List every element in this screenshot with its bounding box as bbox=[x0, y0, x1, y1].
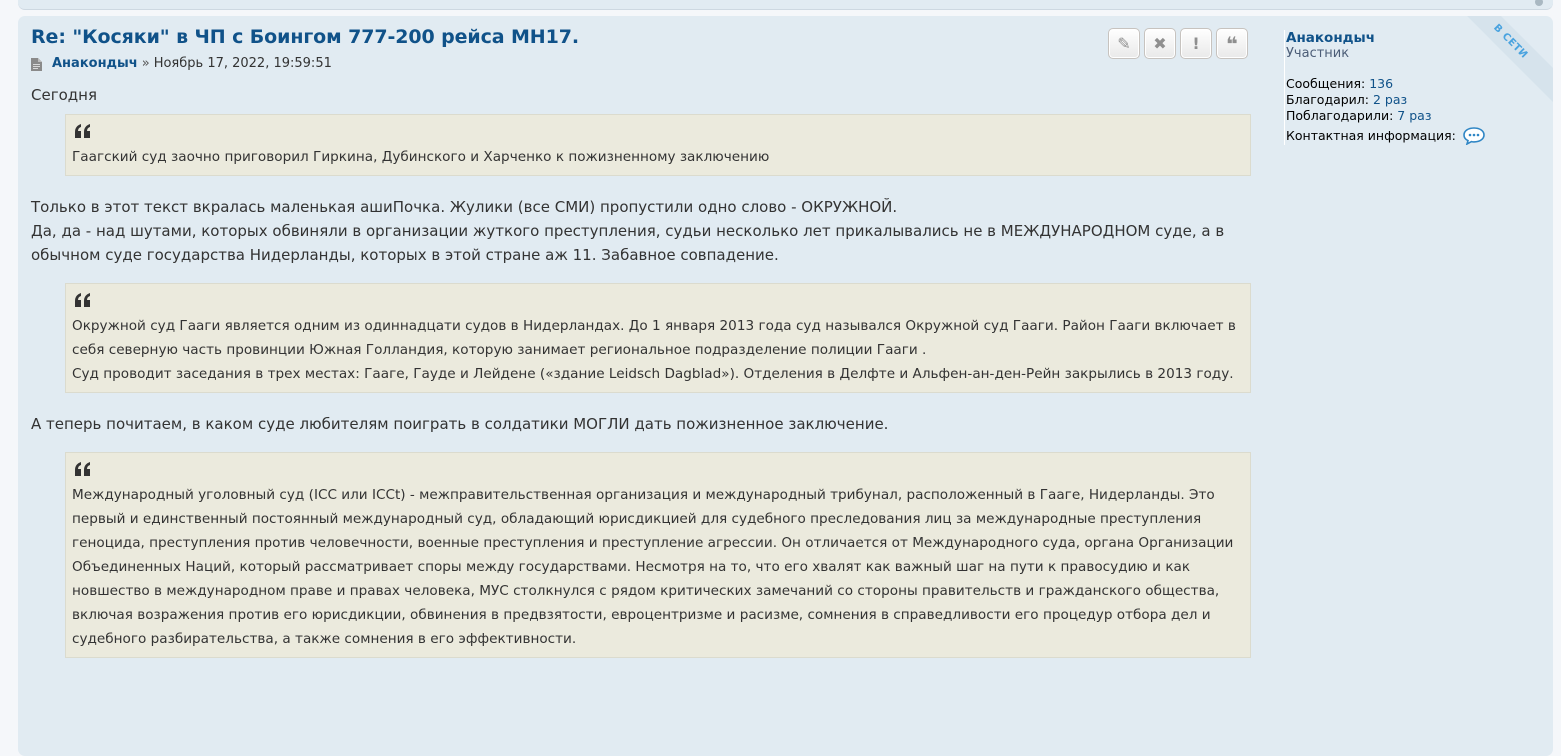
quote-icon: ❝ bbox=[1226, 31, 1238, 56]
profile-thanked-label: Благодарил: bbox=[1286, 92, 1370, 107]
close-icon: ✖ bbox=[1153, 34, 1167, 53]
post-paragraph: А теперь почитаем, в каком суде любителя… bbox=[31, 415, 889, 433]
profile-thanked-row: Благодарил: 2 раз bbox=[1286, 92, 1526, 108]
post-paragraph: Только в этот текст вкралась маленькая а… bbox=[31, 198, 898, 216]
pencil-icon: ✎ bbox=[1117, 34, 1131, 53]
post-paragraph: Сегодня bbox=[31, 86, 97, 104]
profile-was-thanked-link[interactable]: 7 раз bbox=[1397, 108, 1431, 123]
quote-block: Гаагский суд заочно приговорил Гиркина, … bbox=[65, 114, 1251, 176]
quote-button[interactable]: ❝ bbox=[1216, 28, 1248, 59]
previous-post-bottom bbox=[18, 0, 1553, 10]
profile-username[interactable]: Анакондыч bbox=[1286, 30, 1526, 46]
post-date: Ноябрь 17, 2022, 19:59:51 bbox=[153, 56, 332, 71]
profile-thanked-link[interactable]: 2 раз bbox=[1373, 92, 1407, 107]
forum-post: В СЕТИ Re: "Косяки" в ЧП с Боингом 777-2… bbox=[18, 16, 1553, 756]
profile-posts-label: Сообщения: bbox=[1286, 76, 1366, 91]
profile-posts-link[interactable]: 136 bbox=[1369, 76, 1393, 91]
exclamation-icon: ! bbox=[1192, 34, 1200, 53]
profile-posts-row: Сообщения: 136 bbox=[1286, 76, 1526, 92]
quote-mark-icon bbox=[75, 293, 90, 307]
document-icon[interactable] bbox=[31, 57, 42, 71]
profile-stats: Сообщения: 136 Благодарил: 2 раз Поблаго… bbox=[1286, 76, 1526, 124]
meta-separator: » bbox=[141, 56, 150, 71]
quote-text: Суд проводит заседания в трех местах: Га… bbox=[72, 366, 1234, 382]
quote-text: Международный уголовный суд (ICC или ICC… bbox=[72, 487, 1234, 647]
post-meta: Анакондыч » Ноябрь 17, 2022, 19:59:51 bbox=[31, 55, 1251, 73]
quote-text: Гаагский суд заочно приговорил Гиркина, … bbox=[72, 149, 770, 165]
edit-button[interactable]: ✎ bbox=[1108, 28, 1140, 59]
post-body: Re: "Косяки" в ЧП с Боингом 777-200 рейс… bbox=[31, 24, 1251, 658]
profile-was-thanked-row: Поблагодарили: 7 раз bbox=[1286, 108, 1526, 124]
report-button[interactable]: ! bbox=[1180, 28, 1212, 59]
post-author-link[interactable]: Анакондыч bbox=[52, 55, 138, 73]
post-paragraph: Да, да - над шутами, которых обвиняли в … bbox=[31, 222, 1225, 264]
quote-block: Окружной суд Гааги является одним из оди… bbox=[65, 283, 1251, 393]
quote-mark-icon bbox=[75, 124, 90, 138]
profile-contact-label: Контактная информация: bbox=[1286, 128, 1456, 143]
post-profile: Анакондыч Участник Сообщения: 136 Благод… bbox=[1284, 30, 1526, 145]
profile-contact-row: Контактная информация: bbox=[1286, 127, 1526, 145]
profile-was-thanked-label: Поблагодарили: bbox=[1286, 108, 1394, 123]
quote-mark-icon bbox=[75, 462, 90, 476]
quote-text: Окружной суд Гааги является одним из оди… bbox=[72, 318, 1236, 358]
delete-button[interactable]: ✖ bbox=[1144, 28, 1176, 59]
post-title[interactable]: Re: "Косяки" в ЧП с Боингом 777-200 рейс… bbox=[31, 24, 1251, 50]
scroll-marker bbox=[1535, 0, 1543, 6]
quote-block: Международный уголовный суд (ICC или ICC… bbox=[65, 452, 1251, 658]
profile-rank: Участник bbox=[1286, 46, 1350, 61]
post-content: Сегодня Гаагский суд заочно приговорил Г… bbox=[31, 83, 1251, 658]
speech-bubble-icon[interactable] bbox=[1463, 127, 1485, 145]
post-buttons: ✎ ✖ ! ❝ bbox=[1108, 28, 1248, 59]
